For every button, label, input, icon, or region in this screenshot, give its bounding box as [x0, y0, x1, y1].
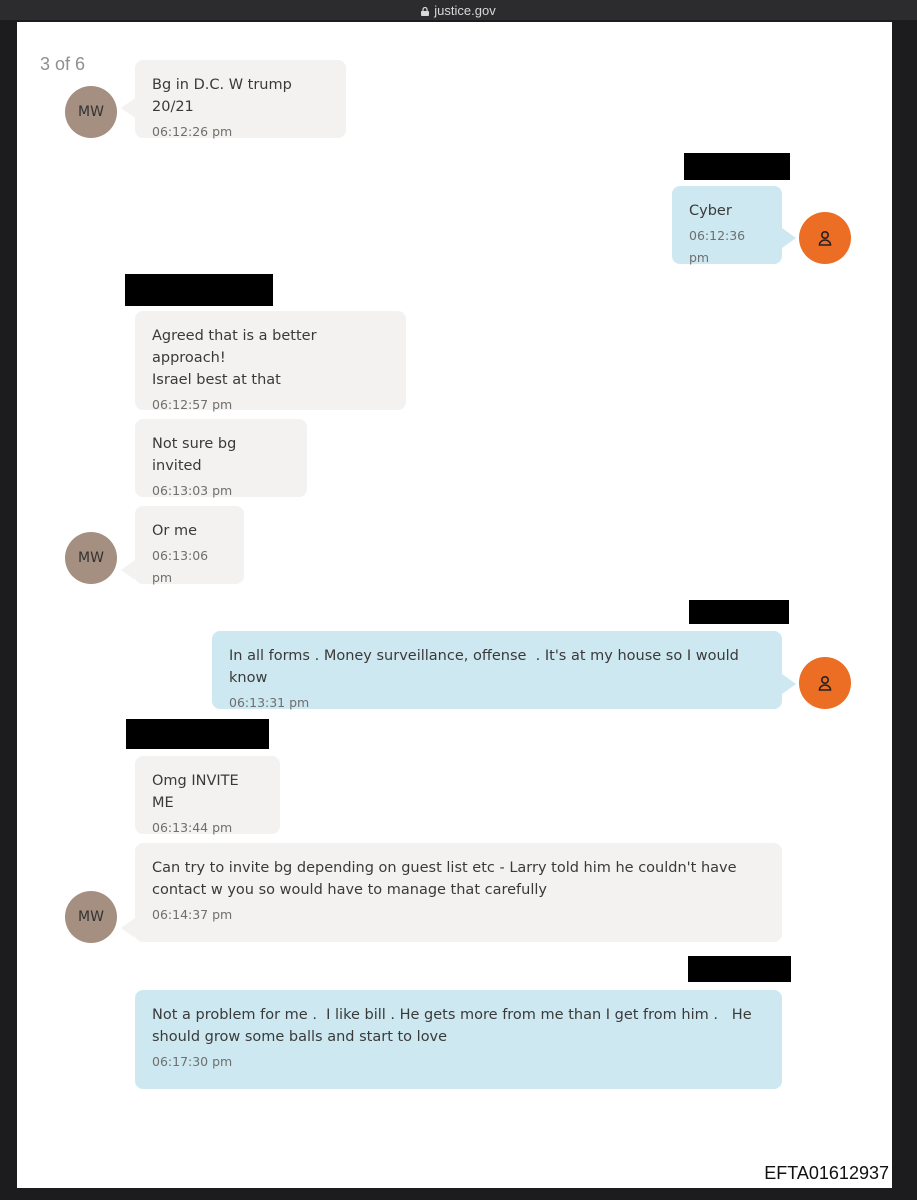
avatar-initials: MW — [78, 550, 104, 566]
browser-address-bar[interactable]: justice.gov — [0, 0, 917, 20]
bubble-tail — [121, 98, 135, 118]
message-bubble-incoming: Can try to invite bg depending on guest … — [135, 843, 782, 942]
user-icon — [818, 230, 832, 246]
message-timestamp: 06:12:26 pm — [152, 124, 233, 139]
bubble-tail — [121, 918, 135, 938]
bubble-tail — [782, 674, 796, 694]
redaction-bar — [688, 956, 791, 982]
message-timestamp: 06:13:44 pm — [152, 820, 233, 835]
message-bubble-incoming: Bg in D.C. W trump 20/21 06:12:26 pm — [135, 60, 346, 139]
document-id: EFTA01612937 — [764, 1163, 889, 1183]
url-text: justice.gov — [434, 2, 496, 18]
message-bubble-outgoing: Not a problem for me . I like bill . He … — [135, 990, 782, 1089]
message-text: In all forms . Money surveillance, offen… — [229, 648, 744, 686]
message-text: Can try to invite bg depending on guest … — [152, 860, 737, 898]
message-timestamp: 06:12:36 pm — [689, 228, 746, 265]
page-indicator: 3 of 6 — [40, 54, 86, 74]
avatar-user — [799, 212, 851, 264]
message-text: Not a problem for me . I like bill . He … — [152, 1007, 752, 1045]
message-timestamp: 06:14:37 pm — [152, 907, 233, 922]
redaction-bar — [125, 274, 273, 306]
avatar-mw: MW — [65, 86, 117, 138]
redaction-bar — [126, 719, 269, 749]
message-text: Or me — [152, 523, 198, 539]
avatar-mw: MW — [65, 891, 117, 943]
lock-icon — [421, 6, 430, 16]
message-bubble-incoming: Omg INVITE ME 06:13:44 pm — [135, 756, 280, 835]
message-bubble-outgoing: In all forms . Money surveillance, offen… — [212, 631, 782, 710]
document-page: 3 of 6 Bg in D.C. W trump 20/21 06:12:26… — [17, 22, 892, 1188]
message-timestamp: 06:17:30 pm — [152, 1054, 233, 1069]
message-timestamp: 06:13:06 pm — [152, 548, 209, 585]
message-text: Omg INVITE ME — [152, 773, 244, 811]
message-text: Agreed that is a better approach! Israel… — [152, 328, 317, 388]
message-timestamp: 06:13:31 pm — [229, 695, 310, 710]
avatar-user — [799, 657, 851, 709]
message-text: Bg in D.C. W trump 20/21 — [152, 77, 297, 115]
avatar-initials: MW — [78, 104, 104, 120]
user-icon — [818, 675, 832, 691]
message-timestamp: 06:13:03 pm — [152, 483, 233, 498]
avatar-mw: MW — [65, 532, 117, 584]
bubble-tail — [782, 228, 796, 248]
message-bubble-incoming: Not sure bg invited 06:13:03 pm — [135, 419, 307, 498]
redaction-bar — [689, 600, 789, 624]
redaction-bar — [684, 153, 790, 180]
bubble-tail — [121, 560, 135, 580]
message-bubble-incoming: Agreed that is a better approach! Israel… — [135, 311, 406, 412]
message-timestamp: 06:12:57 pm — [152, 397, 233, 412]
message-text: Not sure bg invited — [152, 436, 241, 474]
message-bubble-incoming: Or me 06:13:06 pm — [135, 506, 244, 585]
message-bubble-outgoing: Cyber 06:12:36 pm — [672, 186, 782, 265]
message-text: Cyber — [689, 203, 732, 219]
avatar-initials: MW — [78, 909, 104, 925]
